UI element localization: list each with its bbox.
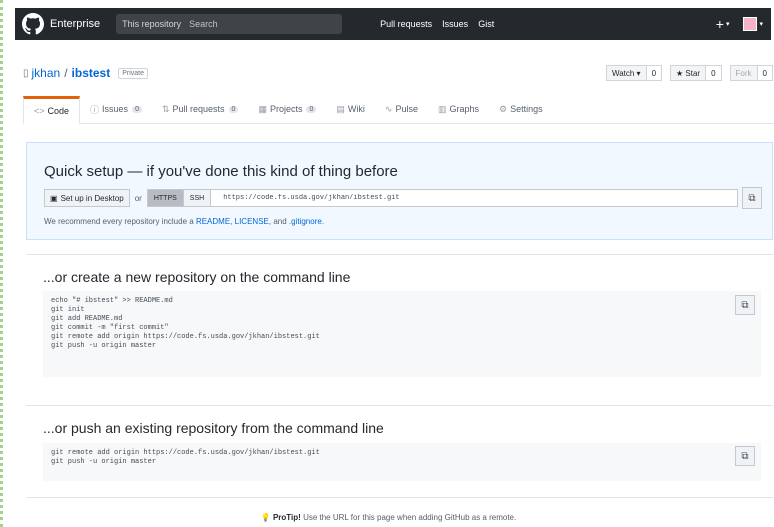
copy-url-button[interactable]: ⧉ [742,187,762,209]
issue-icon: ⓘ [90,104,100,115]
tab-label: Projects [269,104,303,114]
watch-button[interactable]: Watch ▾ [605,65,647,81]
watch-count[interactable]: 0 [646,65,663,81]
protip: 💡 ProTip! Use the URL for this page when… [3,513,774,522]
tab-label: Code [47,106,70,116]
path-separator: / [64,66,68,80]
tab-settings[interactable]: ⚙ Settings [489,95,553,123]
top-nav: Pull requests Issues Gist [380,19,504,29]
gitignore-link[interactable]: .gitignore [289,217,322,226]
nav-pull-requests[interactable]: Pull requests [380,19,432,29]
avatar-chevron-down-icon[interactable]: ▾ [759,20,763,28]
protip-label: ProTip! [272,513,301,522]
project-icon: ▦ [258,103,267,114]
or-label: or [134,193,142,203]
lightbulb-icon: 💡 [260,513,271,522]
top-header: Enterprise This repository Pull requests… [15,8,771,40]
star-button[interactable]: ★ Star [670,65,707,81]
avatar[interactable] [743,17,758,31]
brand-label[interactable]: Enterprise [50,18,100,30]
quick-setup-title: Quick setup — if you've done this kind o… [44,163,398,180]
recommend-prefix: We recommend every repository include a [44,217,194,226]
repo-tabs: <> Code ⓘ Issues 0 ⇅ Pull requests 0 ▦ P… [23,96,774,124]
tab-label: Settings [510,104,543,114]
nav-issues[interactable]: Issues [442,19,468,29]
copy-push-commands-button[interactable]: ⧉ [735,446,755,466]
push-existing-title: ...or push an existing repository from t… [43,420,384,436]
star-group: ★ Star 0 [670,65,722,81]
tab-label: Graphs [449,104,479,114]
quick-setup-panel: Quick setup — if you've done this kind o… [26,142,773,240]
fork-group: Fork 0 [729,65,773,81]
clipboard-icon: ⧉ [741,299,749,311]
header-actions: + ▾ ▾ [716,16,763,32]
repo-header: ▯ jkhan / ibstest Private Watch ▾ 0 ★ St… [23,62,774,84]
nav-gist[interactable]: Gist [478,19,494,29]
tab-pull-requests[interactable]: ⇅ Pull requests 0 [152,95,248,123]
tab-count: 0 [228,105,239,113]
https-toggle[interactable]: HTTPS [146,189,184,207]
tab-count: 0 [132,105,142,113]
lock-repo-icon: ▯ [23,67,29,79]
license-link[interactable]: LICENSE [235,217,269,226]
search-input[interactable] [189,19,330,29]
search-box[interactable]: This repository [116,14,343,34]
push-existing-commands[interactable]: git remote add origin https://code.fs.us… [43,443,761,481]
setup-in-desktop-button[interactable]: ▣ Set up in Desktop [44,189,130,207]
ssh-toggle[interactable]: SSH [183,189,212,207]
star-count[interactable]: 0 [706,65,722,81]
private-badge: Private [118,67,149,79]
desktop-button-label: Set up in Desktop [60,193,124,203]
tab-projects[interactable]: ▦ Projects 0 [248,95,326,123]
create-repo-commands[interactable]: echo "# ibstest" >> README.md git init g… [43,291,761,377]
fork-count[interactable]: 0 [757,65,773,81]
recommend-text: We recommend every repository include a … [44,217,325,226]
desktop-icon: ▣ [50,193,58,203]
and-label: and [273,217,287,226]
clone-url-row: ▣ Set up in Desktop or HTTPS SSH ⧉ [44,187,762,209]
pull-request-icon: ⇅ [161,103,170,114]
readme-link[interactable]: README [196,217,230,226]
tab-code[interactable]: <> Code [23,96,81,124]
tab-issues[interactable]: ⓘ Issues 0 [80,95,152,123]
tab-wiki[interactable]: ▤ Wiki [326,95,375,123]
search-scope-label: This repository [122,19,182,29]
copy-create-commands-button[interactable]: ⧉ [735,295,755,315]
github-logo-icon[interactable] [22,13,44,35]
create-repo-section: ...or create a new repository on the com… [26,254,773,384]
protip-text: Use the URL for this page when adding Gi… [303,513,517,522]
watch-group: Watch ▾ 0 [605,65,663,81]
tab-graphs[interactable]: ▥ Graphs [428,95,489,123]
fork-button[interactable]: Fork [729,65,758,81]
clone-url-input[interactable] [211,189,738,207]
clipboard-icon: ⧉ [748,192,756,204]
plus-icon[interactable]: + [716,16,724,32]
create-repo-title: ...or create a new repository on the com… [43,269,351,285]
gear-icon: ⚙ [499,103,508,114]
graph-icon: ▥ [437,103,447,114]
book-icon: ▤ [336,103,345,114]
tab-label: Pulse [395,104,418,114]
tab-label: Issues [102,104,129,114]
pulse-icon: ∿ [384,103,393,114]
push-existing-section: ...or push an existing repository from t… [26,405,773,495]
section-divider [26,497,773,498]
tab-count: 0 [306,105,317,113]
repo-name-link[interactable]: ibstest [72,66,111,80]
tab-pulse[interactable]: ∿ Pulse [375,95,428,123]
tab-label: Wiki [347,104,365,114]
code-icon: <> [34,106,45,116]
chevron-down-icon[interactable]: ▾ [726,20,730,28]
repo-actions: Watch ▾ 0 ★ Star 0 Fork 0 [598,65,773,81]
repo-owner-link[interactable]: jkhan [32,66,61,80]
tab-label: Pull requests [172,104,225,114]
clipboard-icon: ⧉ [741,450,749,462]
